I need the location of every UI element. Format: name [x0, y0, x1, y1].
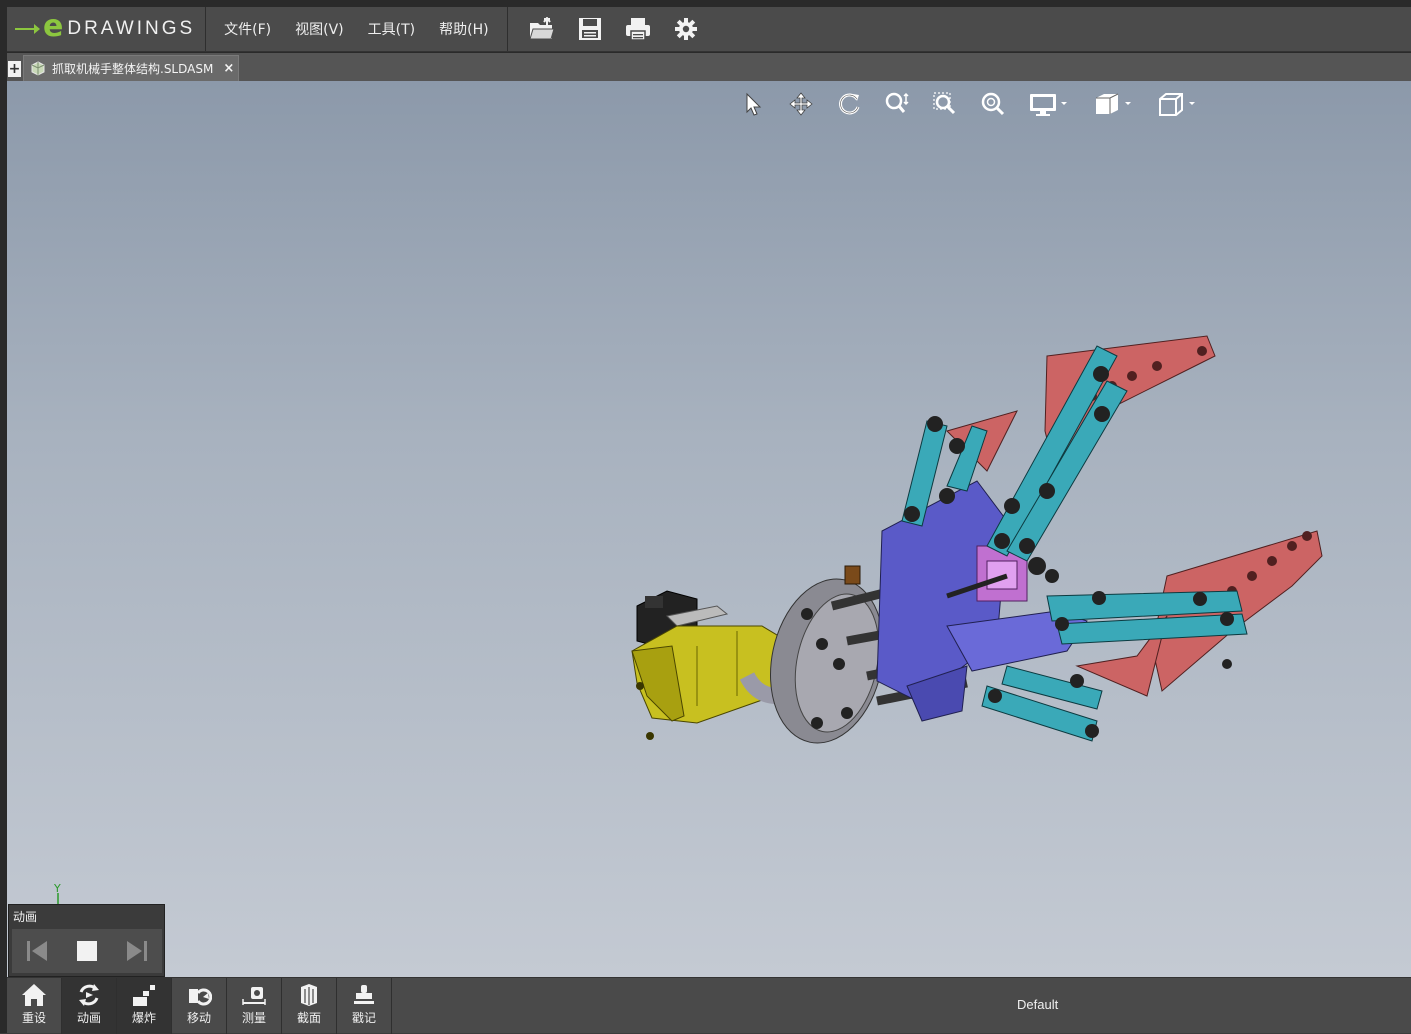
zoom-fit-tool[interactable]	[969, 89, 1017, 119]
display-style-icon	[1030, 94, 1067, 116]
menu-tools[interactable]: 工具(T)	[356, 19, 427, 39]
reset-button[interactable]: 重设	[7, 978, 62, 1034]
stamp-icon	[354, 985, 374, 1004]
measure-label: 测量	[241, 1011, 266, 1025]
document-tab[interactable]: 抓取机械手整体结构.SLDASM ×	[23, 55, 239, 81]
open-folder-icon	[528, 17, 555, 40]
quick-toolbar	[508, 7, 710, 51]
stop-icon[interactable]	[75, 939, 99, 963]
axis-triad: Y	[53, 883, 61, 905]
pan-tool[interactable]	[777, 89, 825, 119]
animation-controls	[12, 929, 162, 973]
select-icon	[746, 92, 762, 116]
home-icon	[22, 984, 46, 1006]
settings-button[interactable]	[662, 10, 710, 48]
new-tab-button[interactable]: +	[8, 61, 21, 77]
animate-icon	[79, 984, 99, 1006]
configuration-name: Default	[1017, 997, 1059, 1012]
open-button[interactable]	[518, 10, 566, 48]
measure-button[interactable]: 测量	[227, 978, 282, 1034]
pan-icon	[789, 92, 813, 116]
animate-label: 动画	[76, 1011, 101, 1025]
animation-panel: 动画	[8, 904, 165, 977]
menu-view[interactable]: 视图(V)	[283, 19, 356, 39]
zoom-area-tool[interactable]	[921, 89, 969, 119]
section-button[interactable]: 截面	[282, 978, 337, 1034]
section-icon	[301, 984, 317, 1006]
stamp-button[interactable]: 戳记	[337, 978, 392, 1034]
logo-e: e	[43, 9, 64, 44]
document-tab-bar: + 抓取机械手整体结构.SLDASM ×	[7, 53, 1411, 81]
explode-button[interactable]: 爆炸	[117, 978, 172, 1034]
view-orientation-icon	[1096, 93, 1131, 114]
assembly-icon	[31, 60, 45, 76]
animation-panel-title: 动画	[13, 910, 38, 924]
measure-icon	[242, 987, 266, 1005]
standard-view-icon	[1159, 93, 1195, 116]
edrawings-logo: e DRAWINGS	[7, 7, 207, 51]
axis-y-label: Y	[53, 883, 61, 895]
settings-icon	[674, 18, 697, 40]
move-icon	[189, 988, 212, 1006]
zoom-icon	[885, 92, 909, 113]
close-tab-icon[interactable]: ×	[223, 61, 234, 76]
rotate-icon	[839, 93, 860, 115]
step-forward-icon[interactable]	[125, 939, 149, 963]
explode-label: 爆炸	[131, 1011, 156, 1025]
print-button[interactable]	[614, 10, 662, 48]
gripper-assembly-model[interactable]	[607, 246, 1327, 766]
print-icon	[625, 18, 650, 41]
menu-file[interactable]: 文件(F)	[212, 19, 283, 39]
edrawings-window: e DRAWINGS 文件(F) 视图(V) 工具(T) 帮助(H) + 抓取机…	[0, 0, 1411, 1034]
menu-bar: 文件(F) 视图(V) 工具(T) 帮助(H)	[206, 7, 508, 51]
move-button[interactable]: 移动	[172, 978, 227, 1034]
save-button[interactable]	[566, 10, 614, 48]
save-icon	[578, 18, 601, 40]
stamp-label: 戳记	[351, 1011, 376, 1025]
zoom-to-fit-icon	[981, 92, 1005, 116]
display-style-dropdown[interactable]	[1017, 89, 1081, 119]
logo-arrow-icon	[15, 24, 40, 34]
explode-icon	[133, 985, 155, 1006]
model-viewport[interactable]: Y	[7, 81, 1411, 977]
menu-help[interactable]: 帮助(H)	[427, 19, 500, 39]
zoom-to-area-icon	[933, 92, 956, 115]
document-tab-title: 抓取机械手整体结构.SLDASM	[52, 62, 214, 76]
animate-button[interactable]: 动画	[62, 978, 117, 1034]
view-orientation-dropdown[interactable]	[1081, 89, 1145, 119]
title-toolbar: e DRAWINGS 文件(F) 视图(V) 工具(T) 帮助(H)	[7, 7, 1411, 52]
move-label: 移动	[186, 1011, 211, 1025]
view-toolbar	[729, 89, 1209, 119]
logo-wordmark: DRAWINGS	[67, 18, 196, 39]
section-label: 截面	[296, 1011, 321, 1025]
reset-label: 重设	[21, 1011, 46, 1025]
zoom-tool[interactable]	[873, 89, 921, 119]
rotate-tool[interactable]	[825, 89, 873, 119]
select-tool[interactable]	[729, 89, 777, 119]
bottom-toolbar: 重设 动画 爆炸 移动 测量 截面 戳记 Default	[7, 977, 1411, 1034]
step-back-icon[interactable]	[25, 939, 49, 963]
sensor-block	[844, 565, 861, 585]
standard-view-dropdown[interactable]	[1145, 89, 1209, 119]
